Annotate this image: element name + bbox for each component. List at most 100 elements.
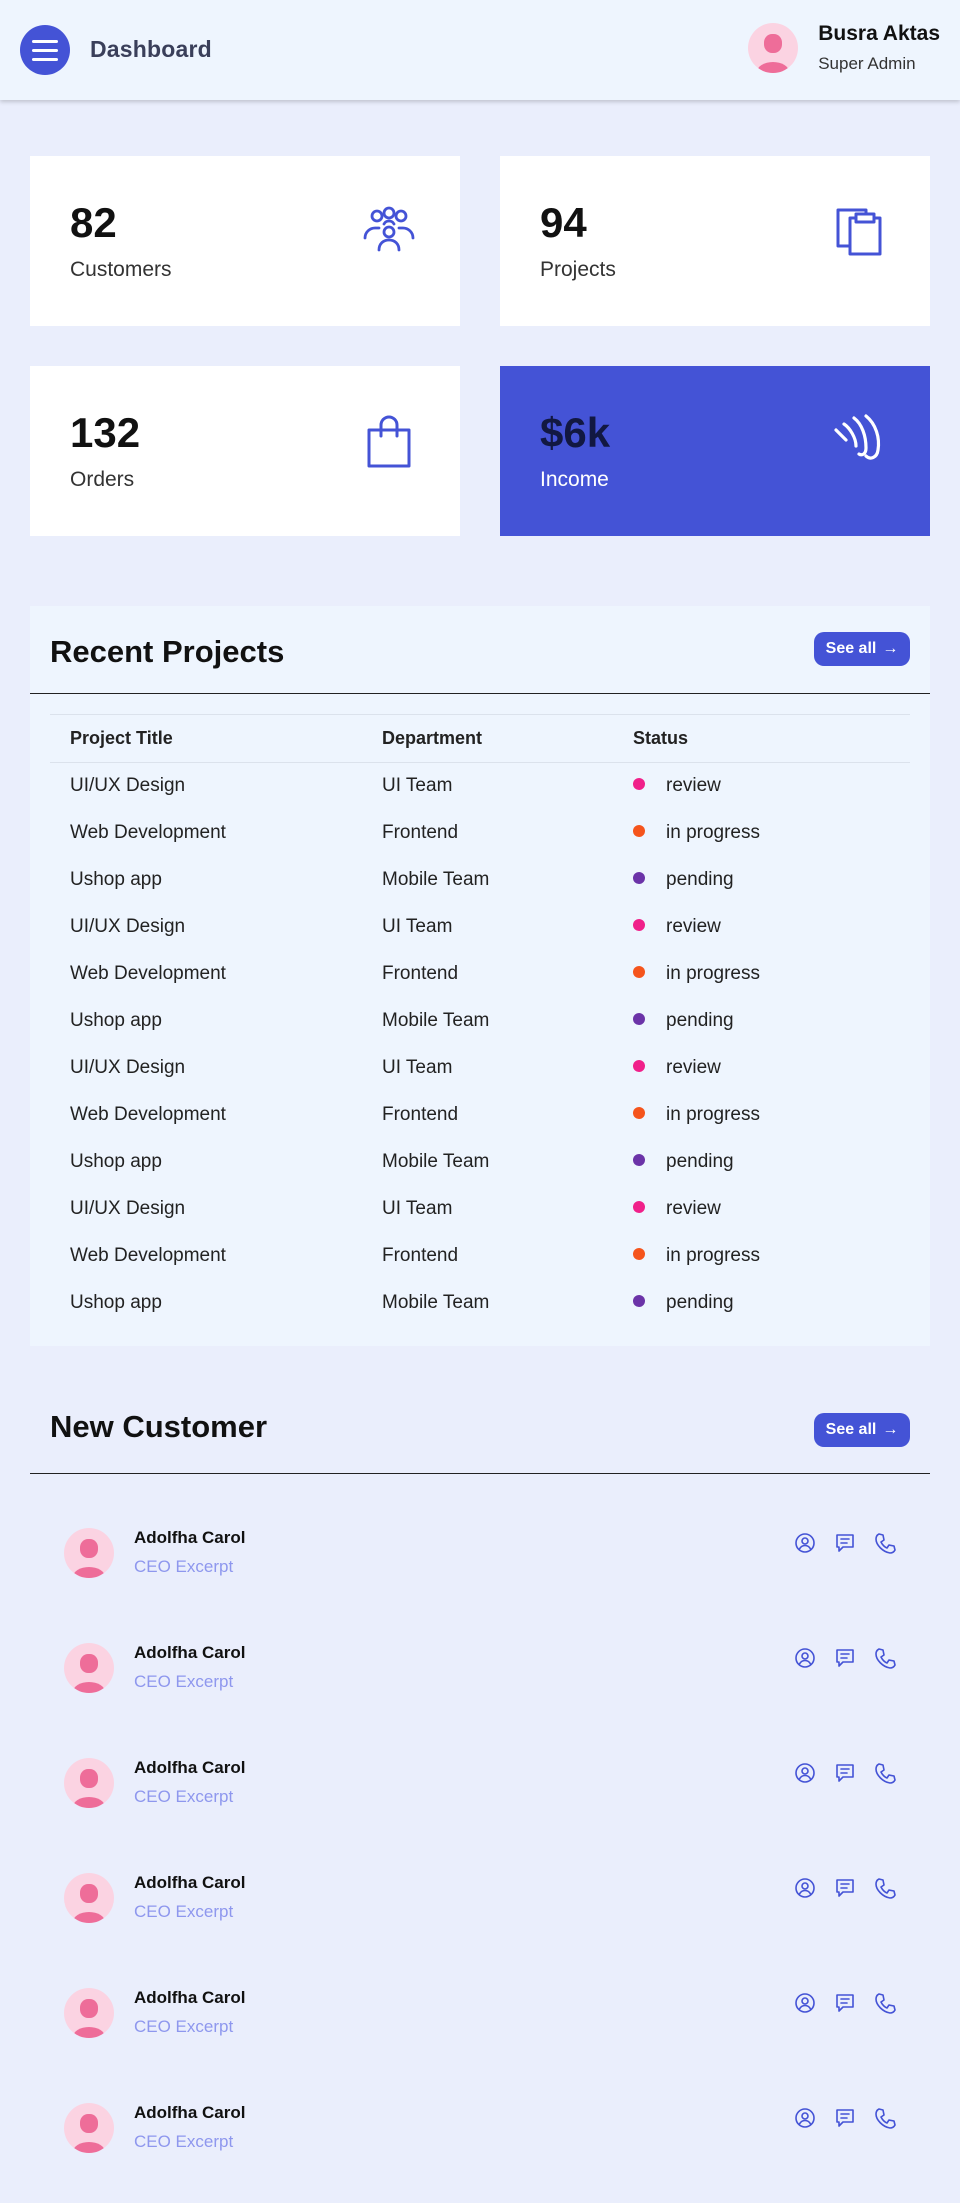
user-circle-icon[interactable] [794,1647,816,1669]
stat-card-orders[interactable]: 132 Orders [30,366,460,536]
table-row[interactable]: Ushop app Mobile Team pending [50,1280,910,1327]
list-item[interactable]: Adolfha Carol CEO Excerpt [30,1962,930,2077]
status-label: pending [666,1292,734,1313]
status-dot [633,1106,645,1119]
table-row[interactable]: UI/UX Design UI Team review [50,904,910,951]
table-row[interactable]: Ushop app Mobile Team pending [50,998,910,1045]
section-title: New Customer [50,1409,268,1444]
user-circle-icon[interactable] [794,1762,816,1784]
list-item[interactable]: Adolfha Carol CEO Excerpt [30,2077,930,2192]
customer-actions [794,1992,896,2014]
status-label: pending [666,1151,734,1172]
column-header: Department [382,714,633,763]
column-header: Status [633,714,910,763]
project-department: UI Team [382,916,453,937]
project-title: Ushop app [70,1151,162,1172]
stat-card-projects[interactable]: 94 Projects [500,156,930,326]
project-status: review [633,763,910,810]
project-status: in progress [633,1233,910,1280]
menu-toggle-button[interactable] [20,25,70,75]
list-item[interactable]: Adolfha Carol CEO Excerpt [30,1617,930,1732]
section-title: Recent Projects [50,634,285,669]
project-department: Frontend [382,963,459,984]
list-item[interactable]: Adolfha Carol CEO Excerpt [30,1502,930,1617]
status-dot [633,778,645,791]
avatar [64,1643,114,1693]
message-icon[interactable] [834,1877,856,1899]
customer-name: Adolfha Carol [134,1873,246,1892]
message-icon[interactable] [834,2107,856,2129]
user-circle-icon[interactable] [794,1992,816,2014]
user-role: Super Admin [818,54,916,73]
customer-role: CEO Excerpt [134,1902,234,1921]
message-icon[interactable] [834,1647,856,1669]
status-dot [633,1200,645,1213]
list-item[interactable]: Adolfha Carol CEO Excerpt [30,1732,930,1847]
see-all-customers-button[interactable]: See all → [814,1413,910,1447]
stat-card-customers[interactable]: 82 Customers [30,156,460,326]
phone-icon[interactable] [874,1992,896,2014]
status-dot [633,1294,645,1307]
project-department: UI Team [382,1198,453,1219]
project-department: Mobile Team [382,1151,490,1172]
customer-name: Adolfha Carol [134,1988,246,2007]
project-department: Mobile Team [382,1292,490,1313]
status-dot [633,918,645,931]
table-row[interactable]: UI/UX Design UI Team review [50,1045,910,1092]
see-all-projects-button[interactable]: See all → [814,632,910,666]
user-profile[interactable]: Busra Aktas Super Admin [748,22,940,74]
phone-icon[interactable] [874,1762,896,1784]
stat-card-income[interactable]: $6k Income [500,366,930,536]
table-row[interactable]: Web Development Frontend in progress [50,951,910,998]
project-title: UI/UX Design [70,1057,186,1078]
project-status: in progress [633,1092,910,1139]
hand-wave-icon [834,414,881,460]
hamburger-icon [32,39,58,43]
table-row[interactable]: Ushop app Mobile Team pending [50,857,910,904]
table-row[interactable]: Web Development Frontend in progress [50,1233,910,1280]
customer-role: CEO Excerpt [134,2132,234,2151]
page-title: Dashboard [90,36,212,62]
status-label: in progress [666,1245,760,1266]
project-status: pending [633,1139,910,1186]
phone-icon[interactable] [874,1877,896,1899]
message-icon[interactable] [834,1532,856,1554]
status-dot [633,824,645,837]
user-circle-icon[interactable] [794,1877,816,1899]
divider [30,693,930,694]
customer-name: Adolfha Carol [134,1758,246,1777]
project-title: Web Development [70,963,226,984]
customer-actions [794,2107,896,2129]
table-row[interactable]: Ushop app Mobile Team pending [50,1139,910,1186]
customer-role: CEO Excerpt [134,1557,234,1576]
avatar [64,1758,114,1808]
phone-icon[interactable] [874,1532,896,1554]
user-circle-icon[interactable] [794,2107,816,2129]
user-circle-icon[interactable] [794,1532,816,1554]
divider [30,1473,930,1474]
project-title: Web Development [70,1245,226,1266]
project-title: Ushop app [70,1010,162,1031]
column-header: Project Title [50,714,382,763]
status-label: review [666,1057,721,1078]
arrow-right-icon: → [882,640,899,657]
list-item[interactable]: Adolfha Carol CEO Excerpt [30,1847,930,1962]
table-row[interactable]: UI/UX Design UI Team review [50,1186,910,1233]
project-title: UI/UX Design [70,1198,186,1219]
phone-icon[interactable] [874,1647,896,1669]
project-status: review [633,1045,910,1092]
customer-actions [794,1762,896,1784]
message-icon[interactable] [834,1762,856,1784]
table-row[interactable]: Web Development Frontend in progress [50,810,910,857]
table-row[interactable]: UI/UX Design UI Team review [50,763,910,810]
table-row[interactable]: Web Development Frontend in progress [50,1092,910,1139]
project-department: Mobile Team [382,1010,490,1031]
users-icon [363,206,415,252]
avatar [64,1528,114,1578]
project-status: pending [633,1280,910,1327]
project-department: Frontend [382,822,459,843]
message-icon[interactable] [834,1992,856,2014]
avatar [748,23,799,73]
phone-icon[interactable] [874,2107,896,2129]
shopping-bag-icon [367,415,411,468]
